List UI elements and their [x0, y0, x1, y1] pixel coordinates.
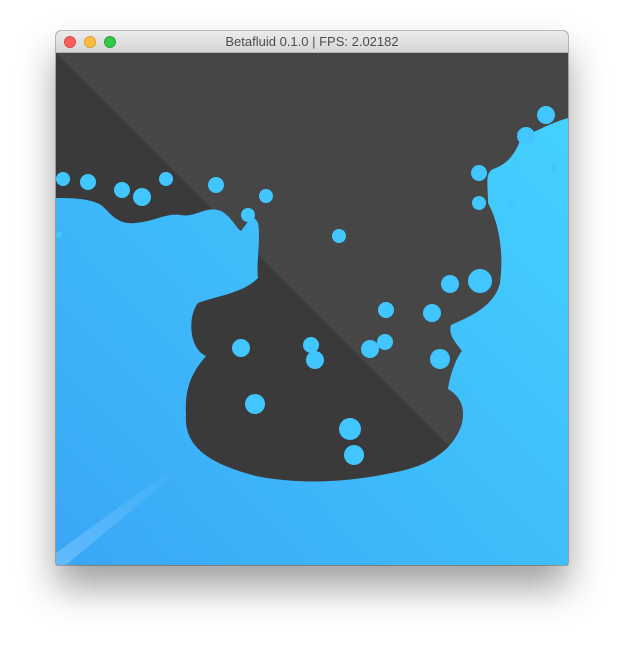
- fluid-canvas[interactable]: [56, 53, 568, 565]
- droplet: [80, 174, 96, 190]
- title-bar[interactable]: Betafluid 0.1.0 | FPS: 2.02182: [56, 31, 568, 53]
- droplet: [114, 182, 130, 198]
- window-title: Betafluid 0.1.0 | FPS: 2.02182: [225, 34, 399, 49]
- droplet: [232, 339, 250, 357]
- droplet: [377, 334, 393, 350]
- droplet: [468, 269, 492, 293]
- droplet: [537, 106, 555, 124]
- droplet: [56, 172, 70, 186]
- droplet: [56, 232, 62, 238]
- droplet: [472, 196, 486, 210]
- droplet: [344, 445, 364, 465]
- droplet: [303, 337, 319, 353]
- droplet: [332, 229, 346, 243]
- droplet: [306, 351, 324, 369]
- droplet: [361, 340, 379, 358]
- droplet: [550, 164, 558, 172]
- droplet: [441, 275, 459, 293]
- app-window: Betafluid 0.1.0 | FPS: 2.02182: [56, 31, 568, 565]
- droplet: [378, 302, 394, 318]
- droplet: [430, 349, 450, 369]
- droplet: [133, 188, 151, 206]
- droplet: [241, 208, 255, 222]
- droplet: [208, 177, 224, 193]
- droplet: [423, 304, 441, 322]
- droplet: [471, 165, 487, 181]
- droplet: [507, 201, 515, 209]
- droplet: [517, 127, 535, 145]
- fluid-simulation: [56, 53, 568, 565]
- droplet: [245, 394, 265, 414]
- droplet: [159, 172, 173, 186]
- droplet: [339, 418, 361, 440]
- droplet: [259, 189, 273, 203]
